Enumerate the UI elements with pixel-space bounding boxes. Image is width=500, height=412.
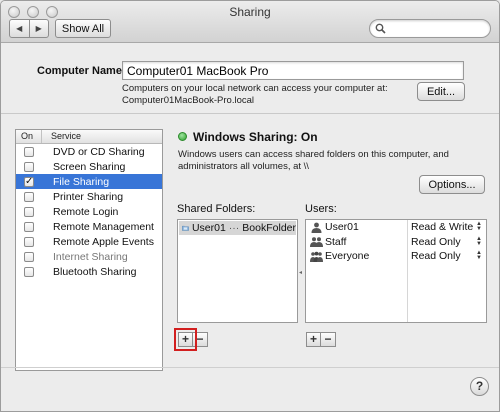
service-checkbox[interactable] <box>24 236 34 247</box>
service-list-header: On Service <box>16 130 162 144</box>
user-row[interactable]: Everyone Read Only ▲ ▼ <box>306 249 486 264</box>
permission-popup[interactable]: Read & Write <box>411 221 473 233</box>
service-rows: DVD or CD Sharing Screen Sharing ✓ File Sha… <box>16 144 162 279</box>
user-name: User01 <box>325 221 359 234</box>
users-label: Users: <box>305 203 337 215</box>
search-field[interactable] <box>369 19 491 38</box>
service-label: Remote Management <box>53 220 154 233</box>
service-checkbox[interactable] <box>24 206 34 217</box>
forward-button[interactable]: ▶ <box>28 20 49 37</box>
divider <box>1 113 499 114</box>
service-list: On Service DVD or CD Sharing Screen Shari… <box>15 129 163 371</box>
service-checkbox-cell <box>16 221 42 232</box>
service-checkbox[interactable] <box>24 191 34 202</box>
service-label: Remote Login <box>53 205 119 218</box>
user-add-remove: + − <box>306 332 336 347</box>
service-row[interactable]: DVD or CD Sharing <box>16 144 162 159</box>
user-name: Staff <box>325 235 347 248</box>
status-indicator-icon <box>178 132 187 141</box>
status-description: Windows users can access shared folders … <box>178 149 478 173</box>
service-row[interactable]: Internet Sharing <box>16 249 162 264</box>
folder-icon <box>182 225 189 231</box>
service-label: File Sharing <box>53 175 110 188</box>
service-checkbox-cell <box>16 251 42 262</box>
computer-name-desc-line1: Computers on your local network can acce… <box>122 83 388 94</box>
service-checkbox-cell <box>16 266 42 277</box>
split-grip-icon[interactable]: ◂ <box>299 269 302 276</box>
title-bar: Sharing ◀ ▶ Show All <box>1 1 499 43</box>
service-label: Remote Apple Events <box>53 235 154 248</box>
service-row[interactable]: Remote Management <box>16 219 162 234</box>
service-row[interactable]: ✓ File Sharing <box>16 174 162 189</box>
shared-folders-list: User01 ··· BookFolder <box>177 219 298 323</box>
nav-buttons: ◀ ▶ <box>9 19 49 38</box>
status-desc-line1: Windows users can access shared folders … <box>178 149 449 160</box>
show-all-button[interactable]: Show All <box>55 19 111 38</box>
edit-button[interactable]: Edit... <box>417 82 465 101</box>
shared-folder-owner: User01 <box>191 222 226 234</box>
search-input[interactable] <box>388 21 486 36</box>
service-checkbox-cell <box>16 146 42 157</box>
service-row[interactable]: Printer Sharing <box>16 189 162 204</box>
status-desc-line2: administrators all volumes, at \\ <box>178 161 309 172</box>
computer-name-description: Computers on your local network can acce… <box>122 83 388 107</box>
updown-arrows-icon[interactable]: ▲ ▼ <box>476 236 482 247</box>
service-checkbox[interactable] <box>24 146 34 157</box>
service-checkbox-cell: ✓ <box>16 176 42 187</box>
updown-arrows-icon[interactable]: ▲ ▼ <box>476 250 482 261</box>
service-checkbox-cell <box>16 161 42 172</box>
service-row[interactable]: Remote Apple Events <box>16 234 162 249</box>
window-title: Sharing <box>229 5 271 19</box>
service-checkbox[interactable] <box>24 251 34 262</box>
remove-user-button[interactable]: − <box>321 332 336 347</box>
shared-folder-ellipsis: ··· <box>228 222 240 234</box>
permission-popup[interactable]: Read Only <box>411 250 461 262</box>
user-name: Everyone <box>325 250 370 263</box>
highlight-box <box>174 328 197 351</box>
service-checkbox[interactable] <box>24 221 34 232</box>
service-label: Bluetooth Sharing <box>53 265 137 278</box>
sharing-window: Sharing ◀ ▶ Show All Computer Name: Comp… <box>0 0 500 412</box>
service-checkbox-cell <box>16 206 42 217</box>
service-checkbox-cell <box>16 191 42 202</box>
computer-name-field[interactable] <box>122 61 464 80</box>
user-icon <box>311 222 322 233</box>
shared-folder-row[interactable]: User01 ··· BookFolder <box>179 221 296 235</box>
group-icon <box>310 237 323 248</box>
service-row[interactable]: Remote Login <box>16 204 162 219</box>
users-list: User01 Read & Write ▲ ▼ Staff Read Only ▲… <box>305 219 487 323</box>
service-row[interactable]: Screen Sharing <box>16 159 162 174</box>
search-icon <box>375 23 386 34</box>
service-checkbox[interactable] <box>24 266 34 277</box>
service-column-header[interactable]: Service <box>42 130 81 143</box>
service-checkbox[interactable]: ✓ <box>24 176 34 187</box>
service-label: DVD or CD Sharing <box>53 145 145 158</box>
permission-popup[interactable]: Read Only <box>411 236 461 248</box>
options-button[interactable]: Options... <box>419 175 485 194</box>
service-row[interactable]: Bluetooth Sharing <box>16 264 162 279</box>
service-label: Screen Sharing <box>53 160 126 173</box>
on-column-header[interactable]: On <box>16 130 42 143</box>
service-label: Printer Sharing <box>53 190 124 203</box>
help-button[interactable]: ? <box>470 377 489 396</box>
service-label: Internet Sharing <box>53 250 128 263</box>
local-hostname: Computer01MacBook-Pro.local <box>122 95 255 106</box>
bottom-divider <box>1 367 499 368</box>
user-row[interactable]: User01 Read & Write ▲ ▼ <box>306 220 486 235</box>
everyone-icon <box>310 251 323 262</box>
service-checkbox[interactable] <box>24 161 34 172</box>
back-button[interactable]: ◀ <box>10 20 29 37</box>
status-title: Windows Sharing: On <box>193 130 318 144</box>
computer-name-label: Computer Name: <box>37 65 126 77</box>
shared-folders-label: Shared Folders: <box>177 203 256 215</box>
service-checkbox-cell <box>16 236 42 247</box>
user-row[interactable]: Staff Read Only ▲ ▼ <box>306 235 486 250</box>
add-user-button[interactable]: + <box>306 332 321 347</box>
shared-folder-name: BookFolder <box>242 222 296 234</box>
updown-arrows-icon[interactable]: ▲ ▼ <box>476 221 482 232</box>
